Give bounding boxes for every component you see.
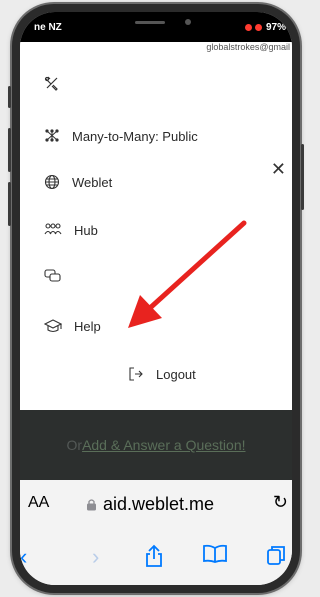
notch <box>87 12 225 38</box>
text-size-button[interactable]: AA <box>28 494 49 512</box>
browser-toolbar: ‹ › <box>20 530 292 585</box>
account-email: globalstrokes@gmail <box>20 42 292 56</box>
share-icon[interactable] <box>144 544 164 574</box>
carrier-label: ne NZ <box>34 22 62 33</box>
mute-switch <box>8 86 11 108</box>
volume-down-button <box>8 182 11 226</box>
battery-saver-icon <box>255 24 262 31</box>
people-icon <box>44 223 62 235</box>
back-icon[interactable]: ‹ <box>20 544 27 570</box>
bookmarks-icon[interactable] <box>202 544 228 570</box>
graduation-cap-icon <box>44 319 62 333</box>
recording-indicator-icon <box>245 24 252 31</box>
power-button <box>301 144 304 210</box>
lock-icon <box>87 499 96 511</box>
globe-icon <box>44 174 60 190</box>
question-banner: Or Add & Answer a Question! <box>20 410 292 480</box>
status-bar: ne NZ 97% <box>20 12 292 42</box>
menu-item-label: Help <box>74 318 101 334</box>
battery-percent: 97% <box>265 22 286 33</box>
menu-item-hub[interactable]: Hub <box>44 222 98 238</box>
tabs-icon[interactable] <box>266 544 286 572</box>
screen: ne NZ 97% globalstrokes@gmail Many-to-Ma… <box>20 12 292 585</box>
logout-label: Logout <box>156 366 196 382</box>
menu-item-help[interactable]: Help <box>44 318 101 334</box>
url-field[interactable]: aid.weblet.me <box>86 494 214 515</box>
chat-icon[interactable] <box>44 268 61 289</box>
banner-prefix: Or <box>66 437 83 453</box>
phone-frame: ne NZ 97% globalstrokes@gmail Many-to-Ma… <box>8 4 304 593</box>
menu-item-many-to-many[interactable]: Many-to-Many: Public <box>44 128 198 144</box>
add-question-link[interactable]: Add & Answer a Question! <box>82 437 245 453</box>
menu-item-weblet[interactable]: Weblet <box>44 174 112 190</box>
side-menu: Many-to-Many: Public Weblet Hub Help Log… <box>20 56 292 410</box>
forward-icon[interactable]: › <box>92 544 99 570</box>
menu-item-label: Weblet <box>72 174 113 190</box>
volume-up-button <box>8 128 11 172</box>
camera <box>185 19 191 25</box>
url-text: aid.weblet.me <box>103 494 215 514</box>
reload-icon[interactable]: ↻ <box>273 492 288 513</box>
speaker <box>135 21 165 24</box>
logout-button[interactable]: Logout <box>128 366 196 382</box>
tools-icon[interactable] <box>44 76 60 97</box>
logout-icon <box>129 367 143 381</box>
close-icon[interactable]: ✕ <box>271 160 286 178</box>
menu-item-label: Many-to-Many: Public <box>72 128 198 144</box>
address-bar[interactable]: AA aid.weblet.me ↻ <box>20 480 292 530</box>
grid-nodes-icon <box>45 129 59 142</box>
menu-item-label: Hub <box>74 222 98 238</box>
